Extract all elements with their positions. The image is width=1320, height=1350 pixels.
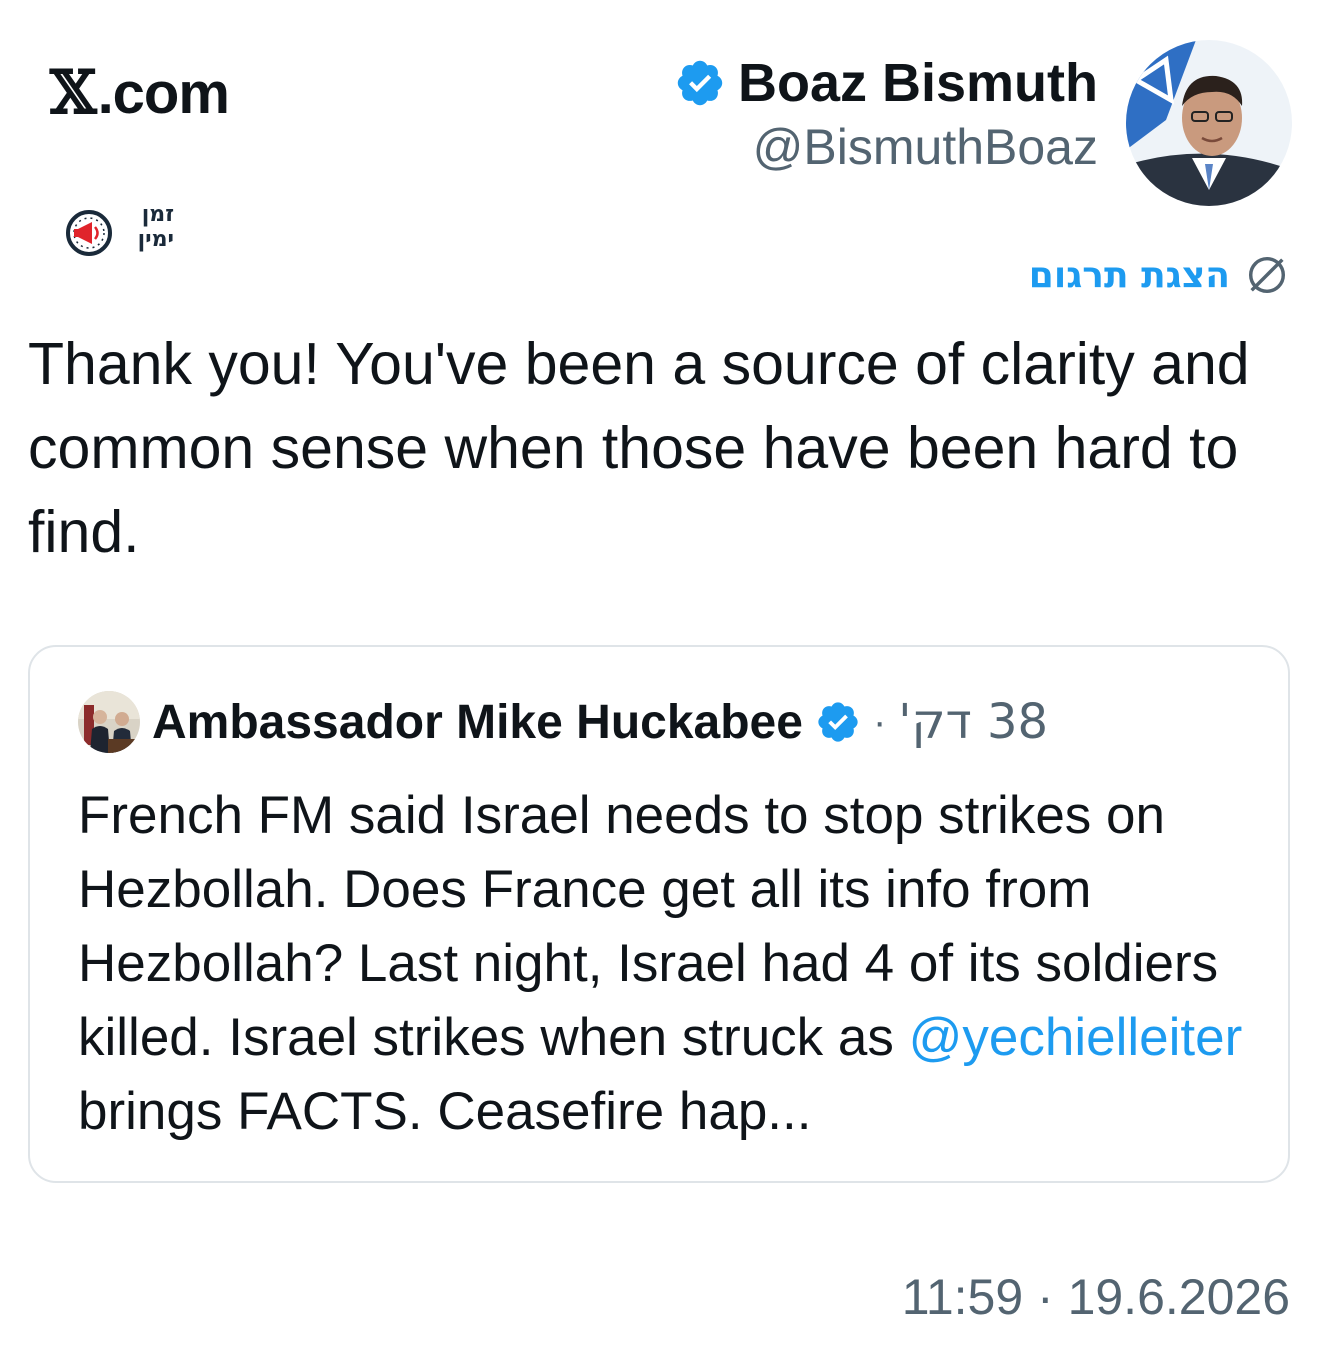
author-handle: @BismuthBoaz — [752, 119, 1098, 175]
tweet-author[interactable]: Boaz Bismuth @BismuthBoaz — [674, 52, 1098, 176]
quoted-author-avatar[interactable] — [78, 691, 140, 753]
mention-link[interactable]: @yechielleiter — [909, 1008, 1243, 1067]
site-domain: .com — [97, 60, 230, 126]
quoted-tweet-time[interactable]: 38 דק' — [898, 694, 1048, 750]
show-translation-link[interactable]: הצגת תרגום — [1029, 252, 1290, 298]
verified-badge-icon — [677, 60, 723, 106]
tweet-timestamp[interactable]: 11:59 · 19.6.2026 — [902, 1268, 1290, 1326]
quoted-avatar-image — [78, 691, 140, 753]
quoted-text-after: brings FACTS. Ceasefire hap... — [78, 1082, 812, 1141]
quoted-tweet-text: French FM said Israel needs to stop stri… — [78, 779, 1258, 1149]
separator-dot: · — [872, 699, 887, 744]
brand-badge: זמן ימין — [64, 202, 174, 264]
show-translation-label: הצגת תרגום — [1028, 254, 1230, 296]
quoted-tweet[interactable]: Ambassador Mike Huckabee · 38 דק' French… — [28, 645, 1290, 1183]
brand-line-1: זמן — [141, 202, 174, 227]
megaphone-clock-icon — [66, 210, 112, 256]
tweet-text: Thank you! You've been a source of clari… — [28, 331, 1250, 565]
x-logo-icon: 𝕏 — [50, 58, 97, 128]
verified-badge-icon — [818, 702, 858, 742]
author-avatar[interactable] — [1126, 40, 1292, 206]
site-logo: 𝕏 .com — [50, 58, 230, 128]
brand-line-2: ימין — [137, 227, 174, 252]
quoted-author-name: Ambassador Mike Huckabee — [152, 695, 803, 749]
avatar-image — [1126, 40, 1292, 206]
author-name: Boaz Bismuth — [737, 53, 1098, 113]
translate-globe-icon — [1248, 256, 1286, 294]
brand-name: זמן ימין — [118, 202, 174, 252]
quoted-tweet-header: Ambassador Mike Huckabee · 38 דק' — [78, 691, 1264, 753]
